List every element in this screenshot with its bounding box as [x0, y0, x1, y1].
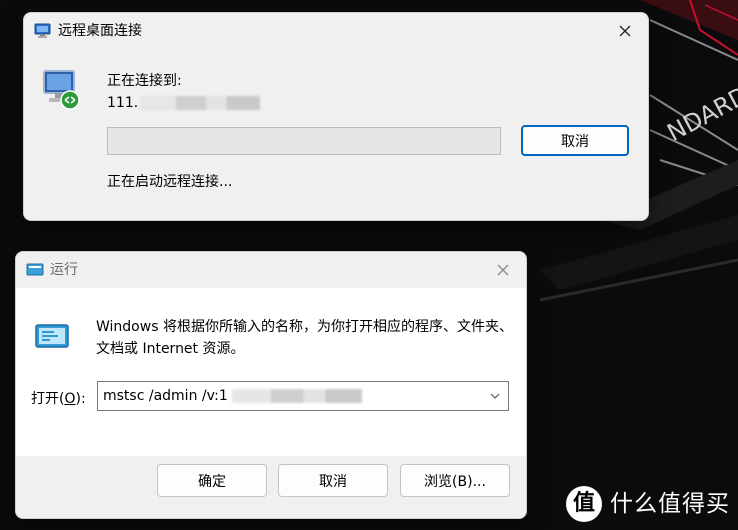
rdp-titlebar[interactable]: 远程桌面连接: [24, 13, 648, 49]
rdp-window-title: 远程桌面连接: [58, 23, 142, 39]
open-label: 打开(O):: [31, 388, 86, 408]
combobox-dropdown-button[interactable]: [482, 382, 508, 410]
run-cancel-button[interactable]: 取消: [278, 464, 388, 497]
run-description: Windows 将根据你所输入的名称，为你打开相应的程序、文件夹、文档或 Int…: [96, 319, 513, 357]
connecting-to-label: 正在连接到:: [107, 73, 182, 89]
watermark-logo: 值: [566, 486, 602, 522]
ok-button[interactable]: 确定: [157, 464, 267, 497]
run-dialog-body: [16, 288, 526, 456]
run-close-button[interactable]: [480, 252, 526, 288]
run-title-icon: [26, 263, 44, 276]
connection-progress-bar: [107, 127, 501, 155]
command-blurred: [231, 389, 362, 403]
browse-button[interactable]: 浏览(B)...: [400, 464, 510, 497]
watermark-text: 什么值得买: [610, 491, 730, 517]
rdp-cancel-button[interactable]: 取消: [521, 125, 629, 156]
connection-address: 111.: [107, 95, 261, 111]
remote-desktop-icon: [34, 23, 51, 38]
open-label-suffix: ):: [75, 391, 86, 407]
run-dialog: 运行 Windows 将根据你所输入的名称，为你打开相应的程序、文件夹、文档或 …: [15, 251, 527, 519]
close-icon: [619, 25, 631, 37]
address-visible-text: 111.: [107, 95, 139, 111]
close-icon: [497, 264, 509, 276]
address-blurred: [140, 96, 261, 110]
command-combobox[interactable]: mstsc /admin /v:1: [97, 381, 509, 411]
run-icon: [35, 324, 69, 348]
open-label-accesskey: O: [64, 391, 76, 407]
remote-computer-icon: [43, 70, 80, 110]
remote-desktop-window: 远程桌面连接 正在连接到: 111. 取消 正在启动远程连接...: [23, 12, 649, 221]
run-titlebar[interactable]: 运行: [16, 252, 526, 288]
run-window-title: 运行: [50, 262, 78, 278]
connection-status-text: 正在启动远程连接...: [107, 174, 233, 190]
command-input[interactable]: mstsc /admin /v:1: [103, 382, 362, 410]
command-input-value: mstsc /admin /v:1: [103, 388, 228, 404]
chevron-down-icon: [490, 393, 500, 399]
open-label-prefix: 打开(: [31, 391, 65, 407]
rdp-close-button[interactable]: [602, 13, 648, 49]
